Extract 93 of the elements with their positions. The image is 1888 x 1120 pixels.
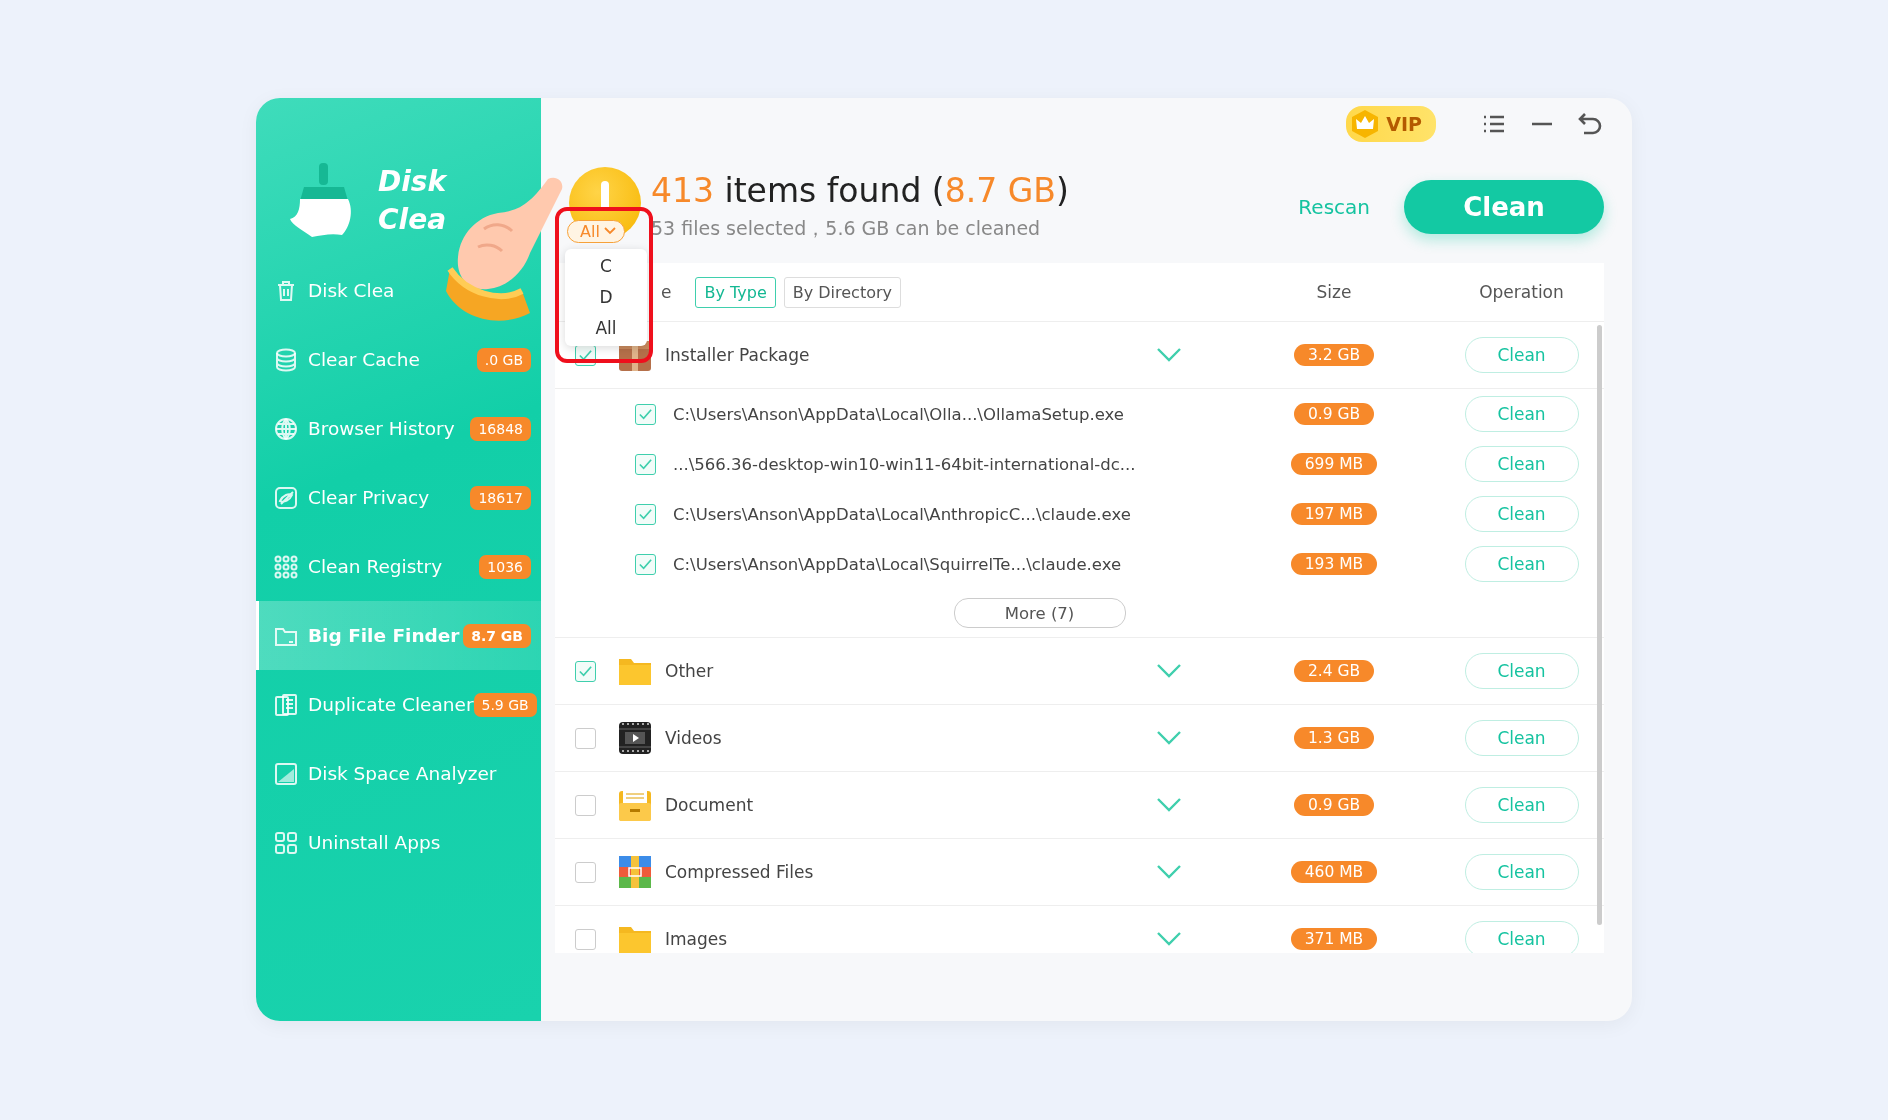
file-path: ...\566.36-desktop-win10-win11-64bit-international-dc...	[673, 454, 1137, 474]
rescan-link[interactable]: Rescan	[1298, 194, 1370, 219]
clean-button[interactable]: Clean	[1464, 546, 1579, 582]
size-badge: 699 MB	[1290, 453, 1378, 475]
checkbox[interactable]	[575, 794, 596, 816]
vip-button[interactable]: VIP	[1346, 106, 1436, 142]
checkbox[interactable]	[575, 928, 596, 950]
size-badge: 193 MB	[1290, 553, 1378, 575]
clean-button[interactable]: Clean	[1464, 337, 1579, 373]
checkmark-icon	[578, 663, 593, 679]
file-path: C:\Users\Anson\AppData\Local\Olla...\OllamaSetup.exe	[673, 404, 1125, 424]
view-tab[interactable]: By Type	[695, 276, 776, 308]
logo-text: Clea	[378, 202, 447, 238]
size-badge: 460 MB	[1290, 861, 1378, 883]
clean-button[interactable]: Clean	[1464, 446, 1579, 482]
checkbox[interactable]	[635, 503, 656, 525]
clean-button[interactable]: Clean	[1464, 496, 1579, 532]
column-header: Operation	[1478, 282, 1565, 302]
column-header: e	[661, 282, 672, 302]
checkmark-icon	[638, 556, 653, 572]
sidebar-item[interactable]: Disk Space Analyzer	[256, 739, 541, 808]
checkmark-icon	[638, 406, 653, 422]
count-badge: .0 GB	[476, 347, 531, 372]
clean-button[interactable]: Clean	[1464, 854, 1579, 890]
sidebar-item[interactable]: Disk Clea	[256, 256, 541, 325]
checkbox[interactable]	[575, 660, 596, 682]
documents-icon	[273, 691, 299, 718]
sidebar-item[interactable]: Clear Privacy 18617	[256, 463, 541, 532]
database-icon	[273, 346, 299, 373]
size-badge: 0.9 GB	[1293, 794, 1375, 816]
drive-dropdown[interactable]: All	[567, 219, 625, 243]
crown-icon	[1350, 109, 1381, 139]
caret-icon	[603, 227, 616, 235]
chevron-down-icon[interactable]	[1156, 663, 1182, 679]
clean-button[interactable]: Clean	[1464, 787, 1579, 823]
file-type-label: Installer Package	[665, 345, 811, 365]
size-badge: 3.2 GB	[1293, 344, 1375, 366]
chevron-down-icon[interactable]	[1156, 797, 1182, 813]
file-path: C:\Users\Anson\AppData\Local\AnthropicC...\claude.exe	[673, 504, 1132, 524]
clean-button[interactable]: Clean	[1404, 179, 1604, 234]
apps-icon	[273, 829, 299, 856]
checkmark-icon	[638, 456, 653, 472]
sidebar-item[interactable]: Clear Cache .0 GB	[256, 325, 541, 394]
file-type-label: Videos	[665, 728, 723, 748]
file-type-label: Compressed Files	[665, 862, 815, 882]
file-type-label: Images	[665, 929, 729, 949]
file-type-label: Document	[665, 795, 755, 815]
chevron-down-icon[interactable]	[1156, 864, 1182, 880]
checkbox[interactable]	[635, 403, 656, 425]
dropdown-option[interactable]: All	[565, 312, 647, 344]
logo-text: Disk	[378, 164, 447, 200]
archive-icon	[617, 854, 653, 890]
chevron-down-icon[interactable]	[1156, 730, 1182, 746]
checkbox[interactable]	[635, 453, 656, 475]
sidebar-item[interactable]: Duplicate Cleaner 5.9 GB	[256, 670, 541, 739]
chevron-down-icon[interactable]	[1156, 931, 1182, 947]
size-badge: 1.3 GB	[1293, 727, 1375, 749]
dropdown-option[interactable]: C	[565, 250, 647, 282]
size-badge: 2.4 GB	[1293, 660, 1375, 682]
sidebar-item[interactable]: Big File Finder 8.7 GB	[256, 601, 541, 670]
count-badge: 18617	[470, 485, 531, 510]
checkbox[interactable]	[635, 553, 656, 575]
sidebar-item[interactable]: Browser History 16848	[256, 394, 541, 463]
size-badge: 197 MB	[1290, 503, 1378, 525]
clean-button[interactable]: Clean	[1464, 396, 1579, 432]
size-badge: 0.9 GB	[1293, 403, 1375, 425]
clean-button[interactable]: Clean	[1464, 921, 1579, 953]
count-badge: 5.9 GB	[473, 692, 537, 717]
count-badge: 16848	[470, 416, 531, 441]
clean-button[interactable]: Clean	[1464, 720, 1579, 756]
globe-icon	[273, 415, 299, 442]
checkbox[interactable]	[575, 727, 596, 749]
chevron-down-icon[interactable]	[1156, 347, 1182, 363]
count-badge: 1036	[479, 554, 531, 579]
film-icon	[617, 720, 653, 756]
result-title: 413 items found (8.7 GB)	[651, 171, 1070, 210]
view-tab[interactable]: By Directory	[783, 276, 902, 308]
dropdown-option[interactable]: D	[565, 281, 647, 313]
checkbox[interactable]	[575, 861, 596, 883]
grid-dots-icon	[273, 553, 299, 580]
checkmark-icon	[638, 506, 653, 522]
size-badge: 371 MB	[1290, 928, 1378, 950]
chart-icon	[273, 760, 299, 787]
file-path: C:\Users\Anson\AppData\Local\SquirrelTe...\claude.exe	[673, 554, 1123, 574]
more-button[interactable]: More (7)	[953, 598, 1126, 628]
sidebar-item[interactable]: Clean Registry 1036	[256, 532, 541, 601]
count-badge: 8.7 GB	[463, 623, 531, 648]
clean-button[interactable]: Clean	[1464, 653, 1579, 689]
column-header: Size	[1315, 282, 1353, 302]
sidebar-item[interactable]: Uninstall Apps	[256, 808, 541, 877]
file-type-label: Other	[665, 661, 715, 681]
privacy-icon	[273, 484, 299, 511]
selection-summary: 53 files selected，5.6 GB can be cleaned	[651, 216, 1042, 241]
